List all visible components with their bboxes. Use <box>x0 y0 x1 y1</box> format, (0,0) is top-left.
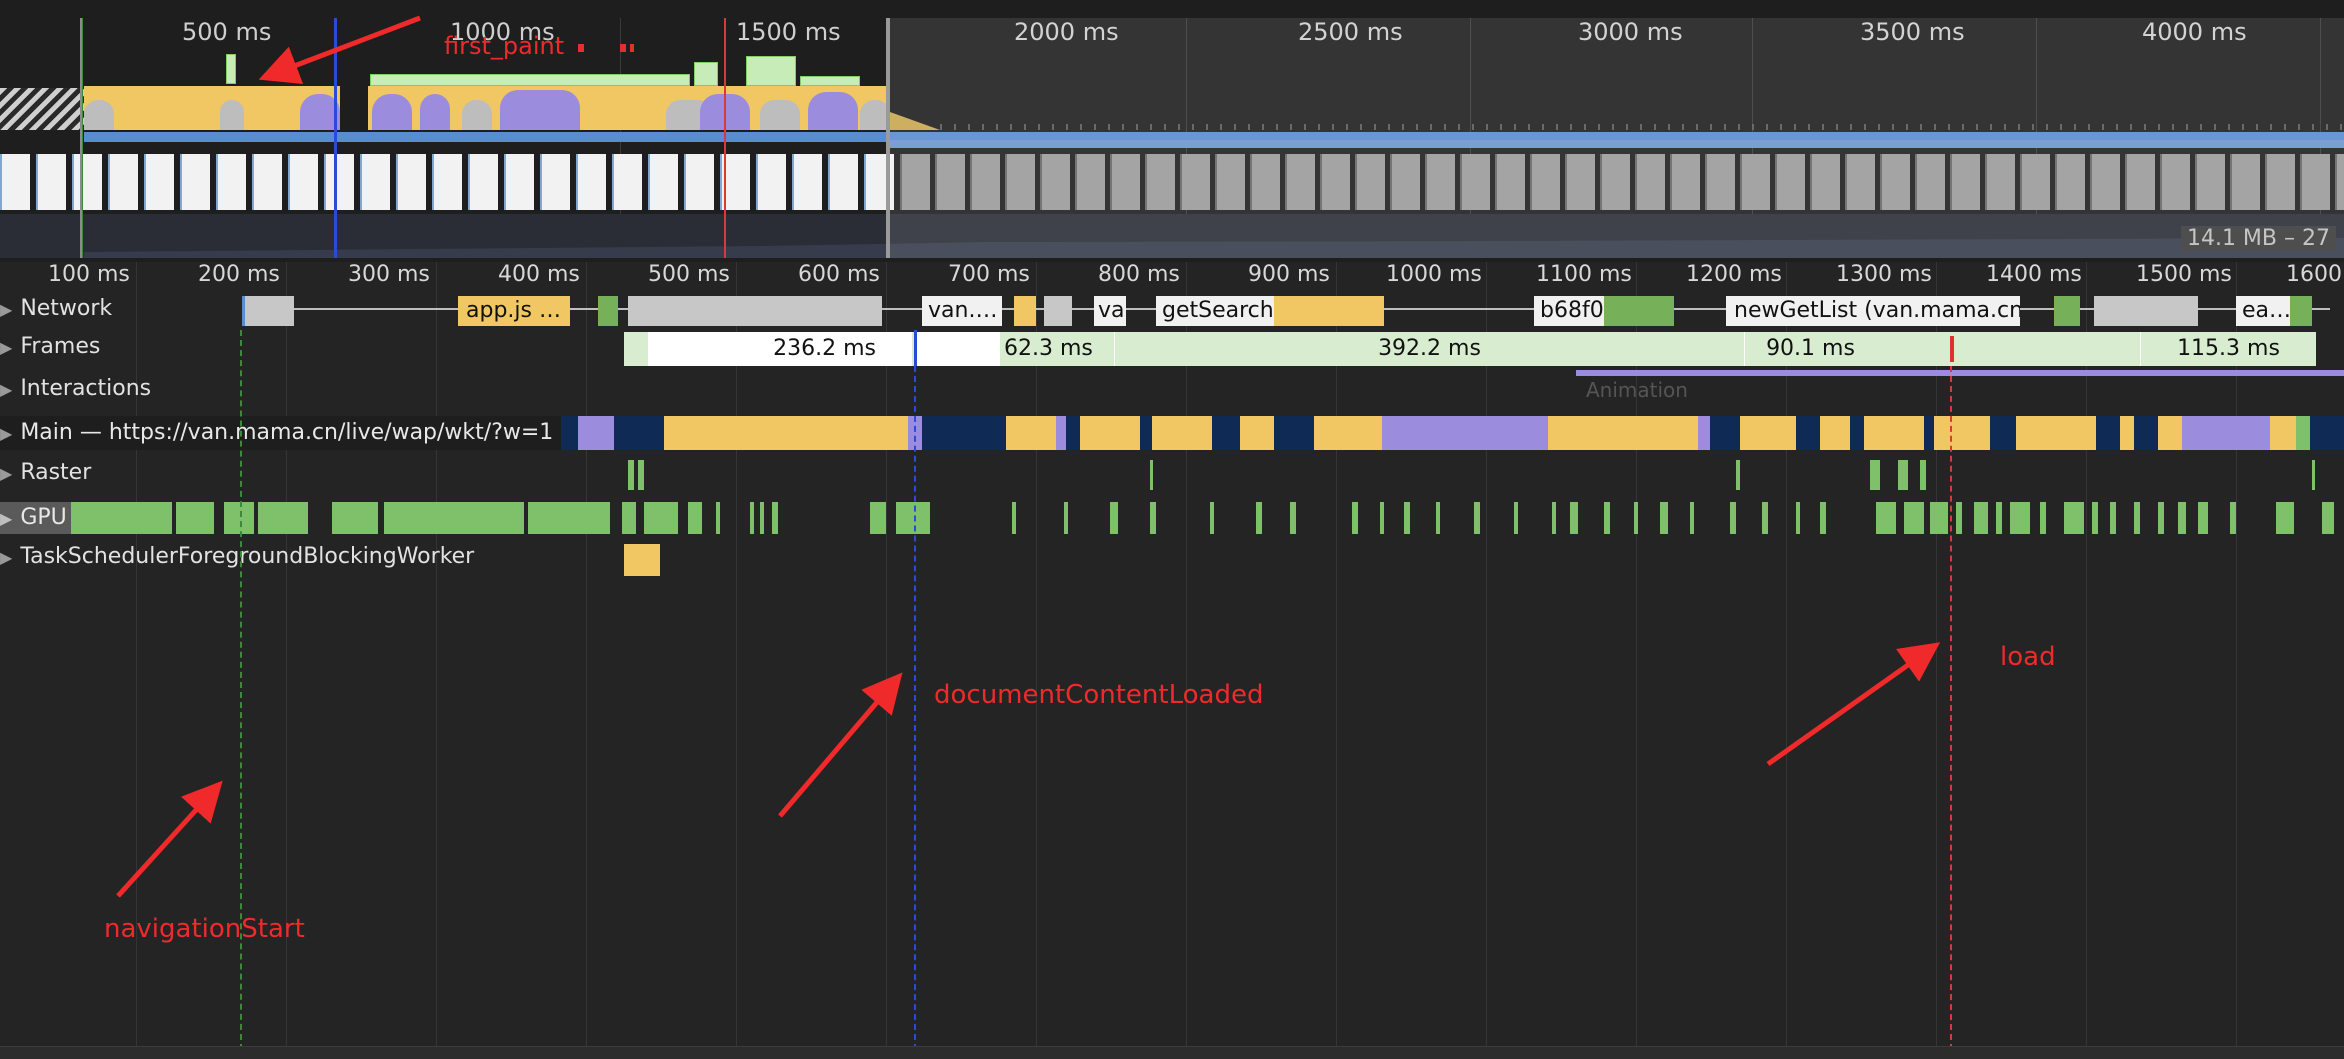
arrow-first-paint <box>258 15 421 84</box>
arrow-dom-content-loaded <box>778 672 903 818</box>
bottom-scrollbar[interactable] <box>0 1046 2344 1059</box>
dom-content-loaded-label: documentContentLoaded <box>934 680 1264 710</box>
arrow-load <box>1766 642 1941 767</box>
arrow-navigation-start <box>116 780 223 898</box>
annotation-arrows <box>116 15 1941 898</box>
navigation-start-label: navigationStart <box>104 914 305 944</box>
load-label: load <box>2000 642 2056 672</box>
